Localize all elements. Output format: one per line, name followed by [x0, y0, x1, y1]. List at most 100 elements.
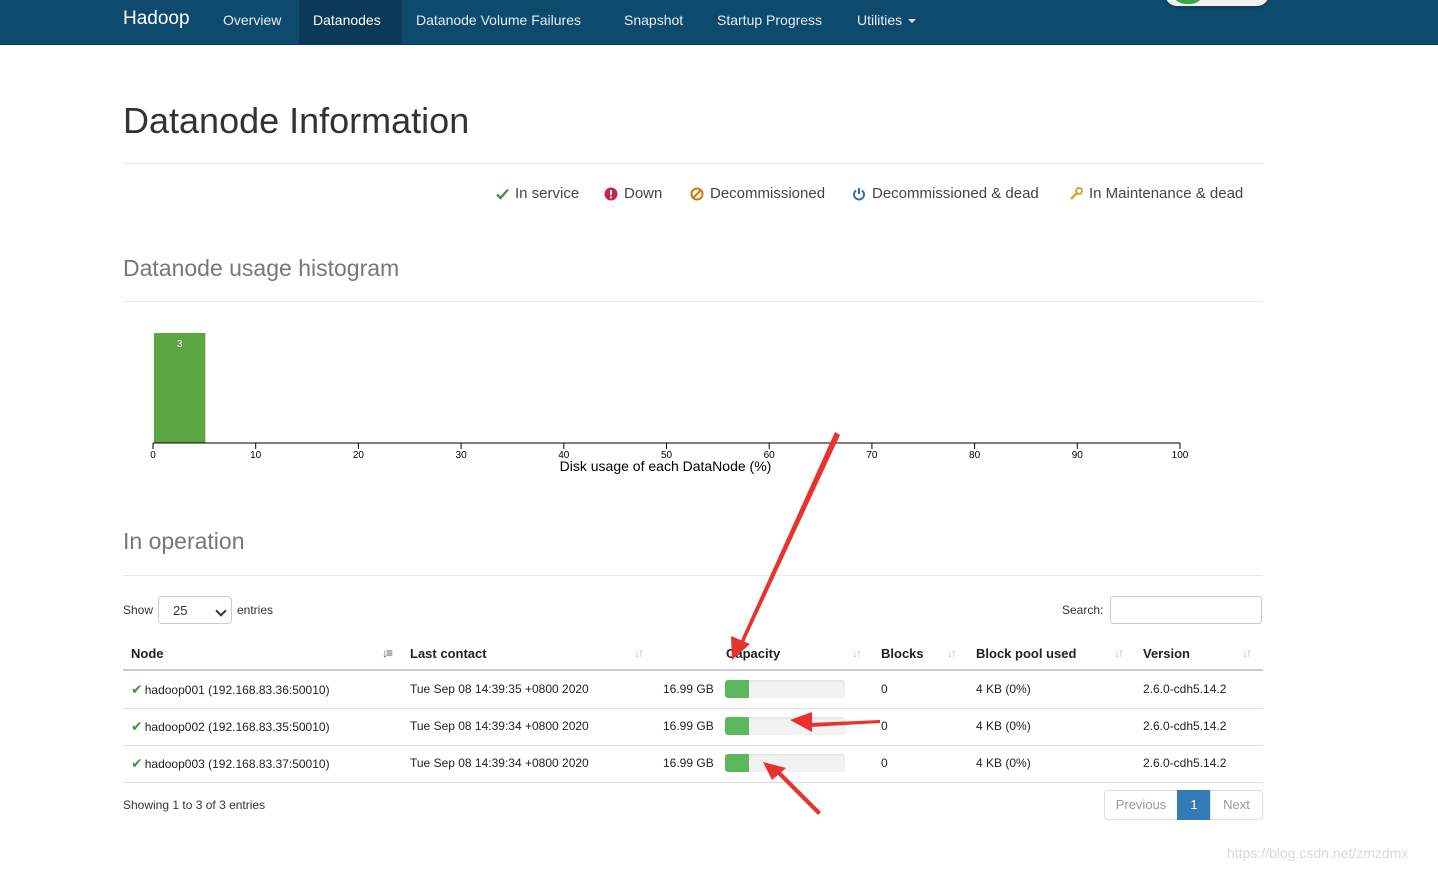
page-size-select[interactable]: 25	[158, 596, 232, 624]
block-pool-used-cell: 4 KB (0%)	[976, 756, 1031, 770]
bar-count-label: 3	[177, 339, 183, 350]
brand-logo[interactable]: Hadoop	[123, 8, 190, 30]
node-name: hadoop001 (192.168.83.36:50010)	[144, 683, 330, 697]
legend-decommissioned: Decommissioned	[690, 185, 825, 202]
next-button[interactable]: Next	[1210, 790, 1263, 820]
x-tick-label: 70	[866, 450, 878, 461]
x-tick-label: 80	[969, 450, 981, 461]
column-header-capacity[interactable]: Capacity	[726, 646, 780, 661]
node-name: hadoop003 (192.168.83.37:50010)	[144, 757, 330, 771]
legend-label: Down	[624, 185, 663, 202]
top-navbar: Hadoop Overview Datanodes Datanode Volum…	[0, 0, 1438, 45]
page-title: Datanode Information	[123, 100, 470, 141]
entries-label: entries	[237, 603, 274, 617]
block-pool-used-cell: 4 KB (0%)	[976, 682, 1031, 696]
blocks-cell: 0	[881, 682, 888, 696]
divider	[123, 301, 1263, 302]
search-label: Search:	[1062, 603, 1104, 617]
capacity-bar-fill	[725, 717, 749, 735]
block-pool-used-cell: 4 KB (0%)	[976, 719, 1031, 733]
nav-volume-failures[interactable]: Datanode Volume Failures	[402, 0, 595, 44]
usage-histogram-chart: 30 10 20 30 40 50 60 70 80 90 100Disk usage of eac…	[150, 333, 1189, 474]
x-tick-label: 10	[250, 450, 262, 461]
exclamation-circle-icon	[604, 187, 618, 200]
nav-startup-progress[interactable]: Startup Progress	[703, 0, 836, 44]
nav-utilities[interactable]: Utilities	[843, 0, 930, 44]
node-cell: ✔ hadoop003 (192.168.83.37:50010)	[131, 755, 330, 772]
previous-button[interactable]: Previous	[1104, 790, 1178, 820]
x-tick-label: 30	[456, 450, 468, 461]
chevron-down-icon	[215, 605, 227, 617]
capacity-bar	[725, 717, 845, 735]
capacity-bar-fill	[725, 754, 749, 772]
check-icon: ✔	[131, 755, 143, 771]
blocks-cell: 0	[881, 719, 888, 733]
power-icon	[853, 187, 865, 200]
node-name: hadoop002 (192.168.83.35:50010)	[144, 720, 330, 734]
column-header-last-contact[interactable]: Last contact	[410, 646, 487, 661]
version-cell: 2.6.0-cdh5.14.2	[1143, 682, 1227, 696]
legend-label: In service	[515, 185, 580, 202]
nav-datanodes[interactable]: Datanodes	[299, 0, 402, 44]
row-divider	[123, 745, 1263, 746]
sort-icon[interactable]: ↓↑	[1114, 646, 1124, 660]
nav-utilities-label: Utilities	[857, 12, 903, 28]
capacity-bar	[725, 680, 845, 698]
show-label: Show	[123, 603, 154, 617]
table-header-divider	[123, 669, 1263, 671]
x-tick-label: 100	[1172, 450, 1189, 461]
x-tick-label: 90	[1072, 450, 1084, 461]
toggle-switch[interactable]	[1165, 0, 1269, 6]
capacity-cell: 16.99 GB	[663, 719, 714, 733]
table-info: Showing 1 to 3 of 3 entries	[123, 798, 266, 812]
ban-icon	[690, 187, 704, 200]
divider	[123, 575, 1263, 576]
sort-icon[interactable]: ↓↑	[1242, 646, 1252, 660]
capacity-cell: 16.99 GB	[663, 682, 714, 696]
column-header-block-pool-used[interactable]: Block pool used	[976, 646, 1076, 661]
row-divider	[123, 782, 1263, 783]
nav-overview[interactable]: Overview	[209, 0, 295, 44]
check-icon: ✔	[131, 681, 143, 697]
legend-down: Down	[604, 185, 662, 202]
blocks-cell: 0	[881, 756, 888, 770]
node-cell: ✔ hadoop001 (192.168.83.36:50010)	[131, 681, 330, 698]
legend-decommissioned-dead: Decommissioned & dead	[852, 185, 1039, 202]
legend-label: In Maintenance & dead	[1089, 185, 1244, 202]
last-contact-cell: Tue Sep 08 14:39:35 +0800 2020	[410, 682, 589, 696]
node-cell: ✔ hadoop002 (192.168.83.35:50010)	[131, 718, 330, 735]
sort-icon[interactable]: ↓↑	[634, 646, 644, 660]
check-icon	[496, 188, 509, 200]
row-divider	[123, 708, 1263, 709]
nav-snapshot[interactable]: Snapshot	[610, 0, 697, 44]
capacity-bar	[725, 754, 845, 772]
column-header-node[interactable]: Node	[131, 646, 164, 661]
x-tick-label: 20	[353, 450, 365, 461]
last-contact-cell: Tue Sep 08 14:39:34 +0800 2020	[410, 719, 589, 733]
x-axis-label: Disk usage of each DataNode (%)	[560, 458, 772, 474]
version-cell: 2.6.0-cdh5.14.2	[1143, 756, 1227, 770]
caret-down-icon	[908, 19, 917, 24]
capacity-bar-fill	[725, 680, 749, 698]
watermark: https://blog.csdn.net/zmzdmx	[1227, 845, 1409, 861]
sort-icon[interactable]: ↓↑	[947, 646, 957, 660]
sort-asc-icon[interactable]: ↓≡	[382, 646, 393, 660]
operation-title: In operation	[123, 528, 245, 554]
sort-icon[interactable]: ↓↑	[852, 646, 862, 660]
version-cell: 2.6.0-cdh5.14.2	[1143, 719, 1227, 733]
legend-label: Decommissioned & dead	[872, 185, 1039, 202]
column-header-blocks[interactable]: Blocks	[881, 646, 924, 661]
search-input[interactable]	[1110, 596, 1262, 624]
legend-label: Decommissioned	[710, 185, 826, 202]
legend-in-service: In service	[496, 185, 579, 202]
legend-maintenance-dead: In Maintenance & dead	[1069, 185, 1243, 202]
wrench-icon	[1070, 186, 1083, 200]
toggle-knob[interactable]	[1169, 0, 1207, 6]
column-header-version[interactable]: Version	[1143, 646, 1190, 661]
histogram-title: Datanode usage histogram	[123, 255, 400, 281]
divider	[123, 163, 1263, 164]
page-1-button[interactable]: 1	[1177, 790, 1211, 820]
page-size-value: 25	[173, 603, 188, 618]
capacity-cell: 16.99 GB	[663, 756, 714, 770]
x-tick-label: 0	[150, 450, 156, 461]
